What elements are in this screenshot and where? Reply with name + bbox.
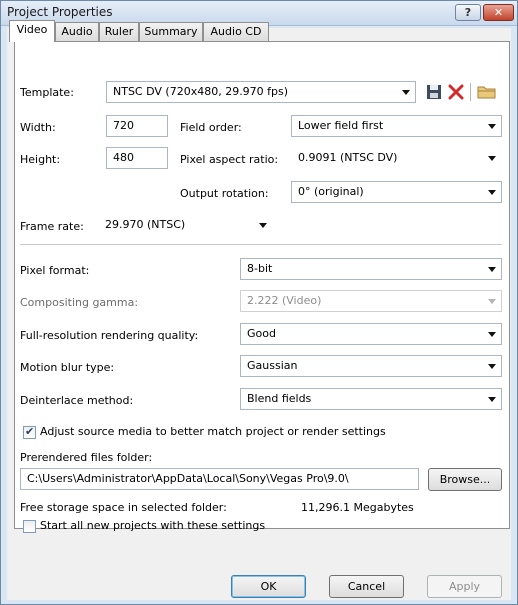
adjust-source-label: Adjust source media to better match proj… [40, 425, 386, 438]
frame-rate-select[interactable]: 29.970 (NTSC) [98, 214, 273, 236]
toolbar-separator [470, 83, 471, 101]
save-icon[interactable] [426, 84, 442, 100]
open-folder-icon[interactable] [477, 84, 497, 100]
chevron-down-icon [488, 267, 496, 272]
motion-blur-label: Motion blur type: [20, 361, 115, 374]
delete-icon[interactable] [448, 84, 464, 100]
width-label: Width: [20, 121, 56, 134]
width-input[interactable]: 720 [106, 115, 168, 137]
output-rotation-value: 0° (original) [298, 185, 364, 198]
deinterlace-label: Deinterlace method: [20, 394, 134, 407]
tab-ruler[interactable]: Ruler [99, 22, 139, 41]
rendering-quality-label: Full-resolution rendering quality: [20, 329, 199, 342]
motion-blur-value: Gaussian [247, 359, 298, 372]
tab-summary[interactable]: Summary [139, 22, 203, 41]
template-select[interactable]: NTSC DV (720x480, 29.970 fps) [106, 81, 416, 103]
free-storage-label: Free storage space in selected folder: [20, 501, 227, 514]
chevron-down-icon [488, 124, 496, 129]
compositing-gamma-value: 2.222 (Video) [247, 294, 322, 307]
frame-rate-value: 29.970 (NTSC) [105, 218, 186, 231]
adjust-source-checkbox[interactable] [23, 425, 36, 439]
height-input[interactable]: 480 [106, 147, 168, 169]
chevron-down-icon [402, 90, 410, 95]
output-rotation-select[interactable]: 0° (original) [291, 181, 502, 203]
browse-button[interactable]: Browse... [428, 468, 502, 491]
pixel-format-value: 8-bit [247, 262, 273, 275]
pixel-format-select[interactable]: 8-bit [240, 258, 502, 280]
field-order-select[interactable]: Lower field first [291, 115, 502, 137]
tab-video[interactable]: Video [9, 20, 55, 42]
template-value: NTSC DV (720x480, 29.970 fps) [113, 85, 289, 98]
tab-audio-cd[interactable]: Audio CD [203, 22, 269, 41]
compositing-gamma-label: Compositing gamma: [20, 296, 139, 309]
chevron-down-icon [488, 397, 496, 402]
height-label: Height: [20, 153, 61, 166]
ok-button[interactable]: OK [231, 575, 306, 598]
start-new-projects-label: Start all new projects with these settin… [40, 519, 266, 532]
template-label: Template: [20, 86, 74, 99]
pixel-aspect-select[interactable]: 0.9091 (NTSC DV) [291, 147, 502, 169]
window-title: Project Properties [7, 5, 113, 19]
deinterlace-select[interactable]: Blend fields [240, 388, 502, 410]
cancel-button[interactable]: Cancel [329, 575, 404, 598]
deinterlace-value: Blend fields [247, 392, 312, 405]
free-storage-value: 11,296.1 Megabytes [301, 501, 414, 514]
chevron-down-icon [488, 299, 496, 304]
prerendered-folder-input[interactable]: C:\Users\Administrator\AppData\Local\Son… [20, 468, 419, 490]
frame-rate-label: Frame rate: [20, 220, 84, 233]
pixel-aspect-value: 0.9091 (NTSC DV) [298, 151, 398, 164]
tab-audio[interactable]: Audio [55, 22, 99, 41]
chevron-down-icon [488, 190, 496, 195]
rendering-quality-value: Good [247, 327, 276, 340]
output-rotation-label: Output rotation: [180, 187, 269, 200]
rendering-quality-select[interactable]: Good [240, 323, 502, 345]
apply-button: Apply [427, 575, 502, 598]
start-new-projects-checkbox[interactable] [23, 520, 36, 533]
chevron-down-icon [488, 364, 496, 369]
prerendered-label: Prerendered files folder: [20, 451, 153, 464]
pixel-format-label: Pixel format: [20, 264, 90, 277]
chevron-down-icon [488, 332, 496, 337]
compositing-gamma-select: 2.222 (Video) [240, 290, 502, 312]
chevron-down-icon [259, 223, 267, 228]
pixel-aspect-label: Pixel aspect ratio: [180, 153, 279, 166]
motion-blur-select[interactable]: Gaussian [240, 355, 502, 377]
close-button[interactable]: ✕ [483, 4, 514, 21]
help-button[interactable]: ? [455, 4, 481, 21]
section-divider [20, 244, 502, 245]
field-order-value: Lower field first [298, 119, 384, 132]
project-properties-window: Project Properties ? ✕ Video Audio Ruler… [0, 0, 518, 605]
chevron-down-icon [488, 156, 496, 161]
video-tab-panel: Template: NTSC DV (720x480, 29.970 fps) … [14, 41, 510, 533]
field-order-label: Field order: [180, 121, 242, 134]
